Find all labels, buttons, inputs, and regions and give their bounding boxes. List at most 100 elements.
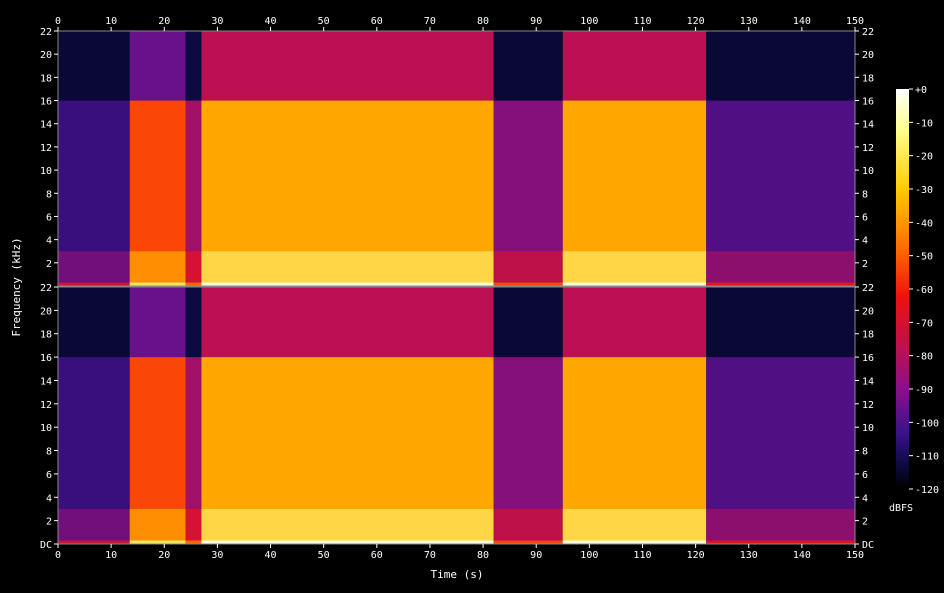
- x-tick-label-top: 120: [687, 16, 705, 27]
- segment-1-upper: [58, 287, 130, 358]
- channel-1-y-tick-label-left: 20: [40, 50, 52, 61]
- segment-5-dc-band: [493, 540, 563, 544]
- segment-1-dc-band: [58, 540, 130, 544]
- segment-2-upper: [129, 31, 186, 101]
- segment-5-low-band: [493, 508, 563, 541]
- channel-1-y-tick-label-right: 18: [862, 73, 874, 84]
- x-tick-label-top: 40: [265, 16, 277, 27]
- channel-2-y-tick-label-right: 16: [862, 353, 874, 364]
- x-tick-label-top: 60: [371, 16, 383, 27]
- channel-2-y-tick-label-left: 2: [46, 517, 52, 528]
- channel-1-y-tick-label-left: 8: [46, 189, 52, 200]
- segment-6-upper: [562, 287, 707, 358]
- colorbar-tick-label: -120: [915, 485, 939, 496]
- colorbar-tick-label: -40: [915, 218, 933, 229]
- segment-6-dc-band: [562, 540, 707, 544]
- segment-6-low-band: [562, 251, 707, 283]
- colorbar-tick-label: -70: [915, 318, 933, 329]
- channel-1-y-tick-label-right: 10: [862, 166, 874, 177]
- x-tick-label-bottom: 110: [633, 550, 651, 561]
- channel-2-y-tick-label-right: 14: [862, 376, 874, 387]
- channel-1-y-tick-label-right: 14: [862, 120, 874, 131]
- channel-1-y-tick-label-left: 14: [40, 120, 52, 131]
- channel-2-y-tick-label-left: DC: [40, 540, 52, 551]
- segment-4-dc-band: [201, 282, 494, 286]
- segment-3-upper: [185, 31, 202, 101]
- x-tick-label-top: 20: [158, 16, 170, 27]
- segment-1-low-band: [58, 508, 130, 541]
- channel-2-y-tick-label-right: 4: [862, 493, 868, 504]
- segment-1-upper: [58, 31, 130, 101]
- x-tick-label-bottom: 140: [793, 550, 811, 561]
- x-tick-label-top: 150: [846, 16, 864, 27]
- segment-7-dc-band: [706, 282, 855, 286]
- segment-2-dc-band: [129, 282, 186, 286]
- x-tick-label-bottom: 0: [55, 550, 61, 561]
- x-tick-label-top: 50: [318, 16, 330, 27]
- colorbar-tick-label: -60: [915, 285, 933, 296]
- channel-2-y-tick-label-left: 14: [40, 376, 52, 387]
- x-tick-label-top: 0: [55, 16, 61, 27]
- channel-2-y-tick-label-left: 22: [40, 283, 52, 294]
- colorbar-tick-label: -20: [915, 152, 933, 163]
- channel-2-y-tick-label-right: DC: [862, 540, 874, 551]
- segment-7-dc-band: [706, 540, 855, 544]
- colorbar-gradient: [896, 89, 909, 489]
- segment-1-dc-band: [58, 282, 130, 286]
- segment-5-upper: [493, 31, 563, 101]
- colorbar-tick-label: -10: [915, 118, 933, 129]
- colorbar-tick-label: -30: [915, 185, 933, 196]
- x-tick-label-top: 110: [633, 16, 651, 27]
- x-tick-label-bottom: 100: [580, 550, 598, 561]
- segment-6-dc-band: [562, 282, 707, 286]
- segment-3-low-band: [185, 508, 202, 541]
- channel-1-y-tick-label-left: 12: [40, 143, 52, 154]
- segment-3-upper: [185, 287, 202, 358]
- x-tick-label-top: 30: [211, 16, 223, 27]
- channel-2-y-tick-label-left: 10: [40, 423, 52, 434]
- colorbar-label: dBFS: [889, 503, 913, 514]
- channel-2-y-tick-label-left: 18: [40, 330, 52, 341]
- channel-1-y-tick-label-left: 4: [46, 236, 52, 247]
- x-tick-label-bottom: 10: [105, 550, 117, 561]
- x-axis-title: Time (s): [431, 568, 484, 581]
- segment-7-low-band: [706, 508, 855, 541]
- channel-2-y-tick-label-left: 4: [46, 493, 52, 504]
- channel-2-y-tick-label-left: 12: [40, 400, 52, 411]
- segment-4-dc-band: [201, 540, 494, 544]
- channel-1-y-tick-label-left: 16: [40, 97, 52, 108]
- channel-1-y-tick-label-left: 2: [46, 259, 52, 270]
- channel-2-y-tick-label-right: 20: [862, 306, 874, 317]
- colorbar: +0 -10 -20 -30 -40 -50 -60 -70 -80 -90 -100 -110 -12…: [889, 85, 939, 514]
- spectrogram-figure: 0 0 10 10 20 20 30 30 40 40 50 50 60 60 70 70 80 80 90 90 10…: [10, 16, 939, 581]
- channel-2-spectrogram: [58, 287, 855, 544]
- segment-5-dc-band: [493, 282, 563, 286]
- channel-1-y-tick-label-right: 22: [862, 27, 874, 38]
- colorbar-tick-label: -50: [915, 252, 933, 263]
- x-tick-label-top: 90: [530, 16, 542, 27]
- channel-1-y-tick-label-left: 6: [46, 212, 52, 223]
- channel-1-y-tick-label-left: 10: [40, 166, 52, 177]
- channel-1-y-tick-label-left: 18: [40, 73, 52, 84]
- segment-2-low-band: [129, 251, 186, 283]
- segment-2-dc-band: [129, 540, 186, 544]
- x-tick-label-top: 80: [477, 16, 489, 27]
- segment-6-low-band: [562, 508, 707, 541]
- colorbar-tick-label: -90: [915, 385, 933, 396]
- segment-3-dc-band: [185, 540, 202, 544]
- channel-2-y-tick-label-right: 8: [862, 447, 868, 458]
- channel-1-y-tick-label-right: 20: [862, 50, 874, 61]
- segment-4-upper: [201, 287, 494, 358]
- segment-1-low-band: [58, 251, 130, 283]
- channel-2-y-tick-label-left: 20: [40, 306, 52, 317]
- channel-1-spectrogram: [58, 31, 855, 286]
- colorbar-tick-label: -110: [915, 452, 939, 463]
- channel-2-y-tick-label-right: 18: [862, 330, 874, 341]
- x-tick-label-bottom: 90: [530, 550, 542, 561]
- channel-1-y-tick-label-right: 2: [862, 259, 868, 270]
- segment-3-low-band: [185, 251, 202, 283]
- colorbar-tick-label: +0: [915, 85, 927, 96]
- colorbar-ticks: +0 -10 -20 -30 -40 -50 -60 -70 -80 -90 -100 -110 -12…: [909, 85, 939, 496]
- channel-2-y-tick-label-right: 2: [862, 517, 868, 528]
- x-tick-label-bottom: 30: [211, 550, 223, 561]
